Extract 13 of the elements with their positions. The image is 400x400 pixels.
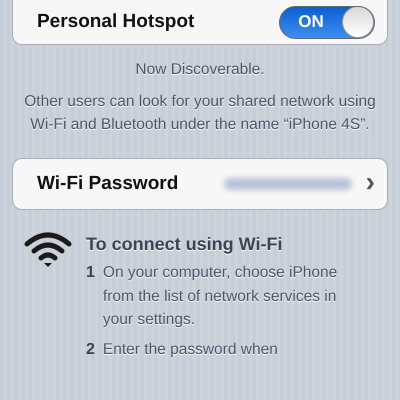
- setting-label: Personal Hotspot: [37, 11, 196, 33]
- status-text: Now Discoverable.: [134, 61, 266, 79]
- wifi-icon: [24, 232, 72, 268]
- step-number: 1: [86, 263, 95, 283]
- setting-label: Wi-Fi Password: [37, 173, 180, 195]
- toggle-switch[interactable]: ON: [279, 6, 375, 38]
- step-number: 2: [86, 340, 95, 360]
- step-text: On your computer, choose iPhone from the list of network services in your settings.: [102, 263, 338, 330]
- description-text: Other users can look for your shared network using Wi-Fi and Bluetooth under the name “iPhone 4S”.: [23, 92, 377, 135]
- instructions-heading: To connect using Wi-Fi: [86, 234, 284, 255]
- password-row[interactable]: Wi-Fi Password ›: [12, 158, 388, 210]
- step-text: Enter the password when: [102, 340, 279, 360]
- chevron-icon: ›: [366, 168, 375, 196]
